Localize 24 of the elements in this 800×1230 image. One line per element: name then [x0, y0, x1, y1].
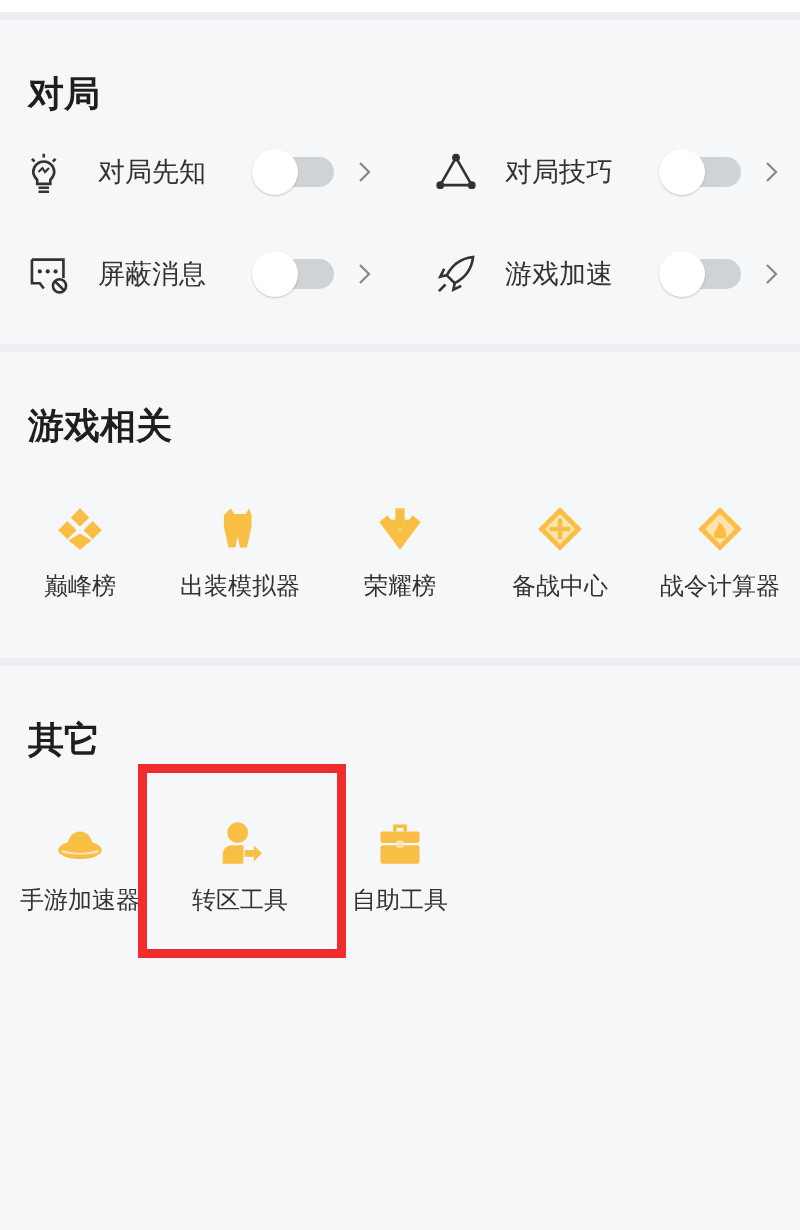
tool-label[interactable]: 出装模拟器 [180, 570, 300, 602]
section-title: 其它 [28, 718, 101, 762]
setting-label: 屏蔽消息 [98, 257, 207, 291]
chevron-right-icon[interactable] [358, 263, 372, 285]
setting-label: 对局先知 [98, 155, 207, 189]
tool-label[interactable]: 巅峰榜 [44, 570, 116, 602]
section-title: 对局 [28, 72, 101, 116]
rocket-icon [435, 253, 477, 295]
setting-label: 游戏加速 [505, 257, 614, 291]
tool-label[interactable]: 自助工具 [352, 884, 448, 916]
tool-label[interactable]: 手游加速器 [20, 884, 140, 916]
tool-label[interactable]: 备战中心 [512, 570, 608, 602]
section-title: 游戏相关 [28, 404, 173, 448]
chevron-right-icon[interactable] [358, 161, 372, 183]
chevron-badge-icon[interactable] [377, 506, 423, 552]
tool-label[interactable]: 荣耀榜 [364, 570, 436, 602]
diamond-arrows-icon[interactable] [537, 506, 583, 552]
diamond-flame-icon[interactable] [697, 506, 743, 552]
chevron-right-icon[interactable] [765, 263, 779, 285]
tool-label[interactable]: 战令计算器 [660, 570, 780, 602]
diamond-stack-icon[interactable] [57, 506, 103, 552]
chevron-right-icon[interactable] [765, 161, 779, 183]
tool-label[interactable]: 转区工具 [192, 884, 288, 916]
setting-label: 对局技巧 [505, 155, 614, 189]
